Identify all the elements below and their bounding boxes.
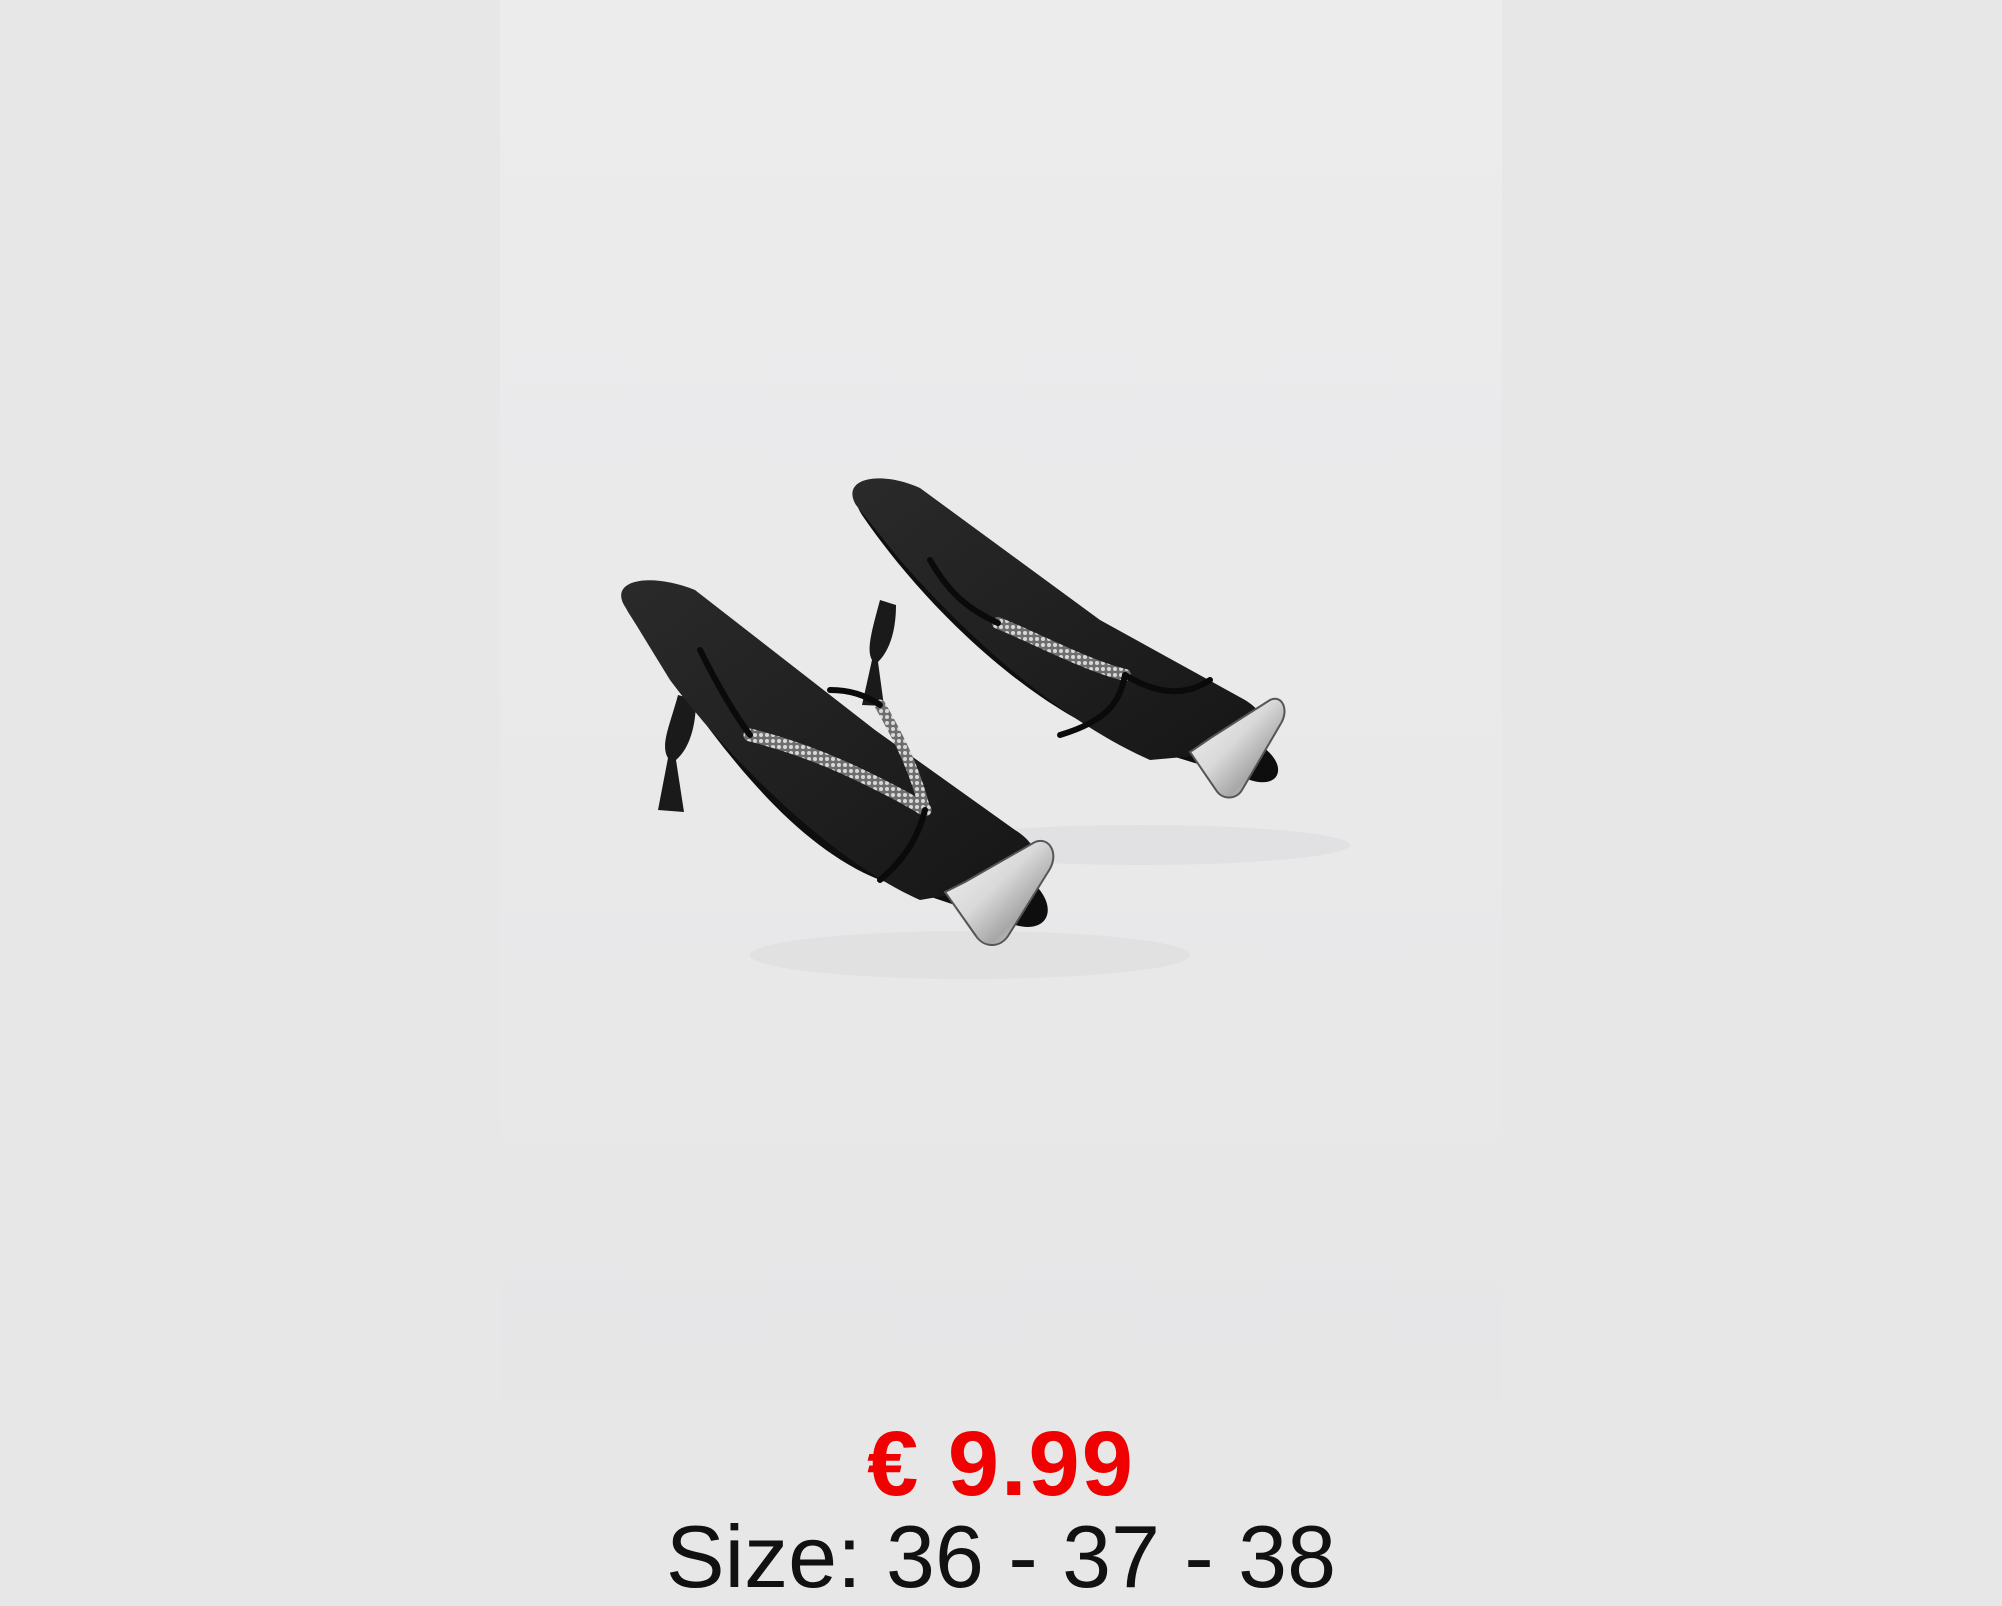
product-image (500, 0, 1502, 1400)
sandals-illustration (621, 478, 1350, 979)
product-price: € 9.99 (867, 1413, 1135, 1515)
back-sandal (852, 478, 1286, 799)
product-size: Size: 36 - 37 - 38 (665, 1507, 1337, 1606)
